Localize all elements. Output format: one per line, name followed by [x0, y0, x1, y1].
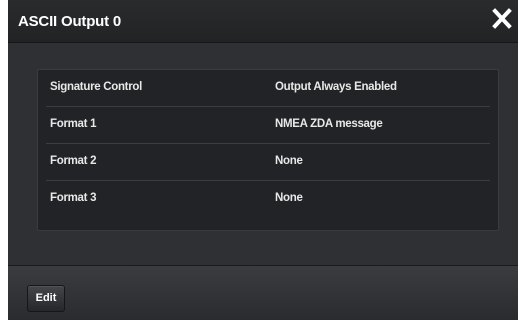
setting-value: NMEA ZDA message — [275, 118, 383, 130]
settings-row-signature-control: Signature Control Output Always Enabled — [38, 70, 498, 107]
setting-value: Output Always Enabled — [275, 81, 397, 93]
setting-label: Signature Control — [50, 81, 143, 93]
settings-panel: Signature Control Output Always Enabled … — [37, 69, 499, 231]
ascii-output-dialog: ASCII Output 0 Signature Control Output … — [8, 0, 518, 320]
dialog-title: ASCII Output 0 — [18, 13, 122, 30]
settings-row-format-2: Format 2 None — [38, 144, 498, 181]
close-button[interactable] — [490, 6, 514, 32]
setting-value: None — [275, 192, 303, 204]
setting-value: None — [275, 155, 303, 167]
close-icon — [492, 8, 512, 29]
dialog-footer: Edit — [8, 265, 518, 320]
edit-button[interactable]: Edit — [27, 285, 65, 312]
settings-row-format-1: Format 1 NMEA ZDA message — [38, 107, 498, 144]
setting-label: Format 2 — [50, 155, 97, 167]
dialog-content: Signature Control Output Always Enabled … — [8, 43, 518, 265]
setting-label: Format 3 — [50, 192, 97, 204]
settings-row-format-3: Format 3 None — [38, 181, 498, 218]
dialog-titlebar: ASCII Output 0 — [8, 0, 518, 43]
setting-label: Format 1 — [50, 118, 97, 130]
